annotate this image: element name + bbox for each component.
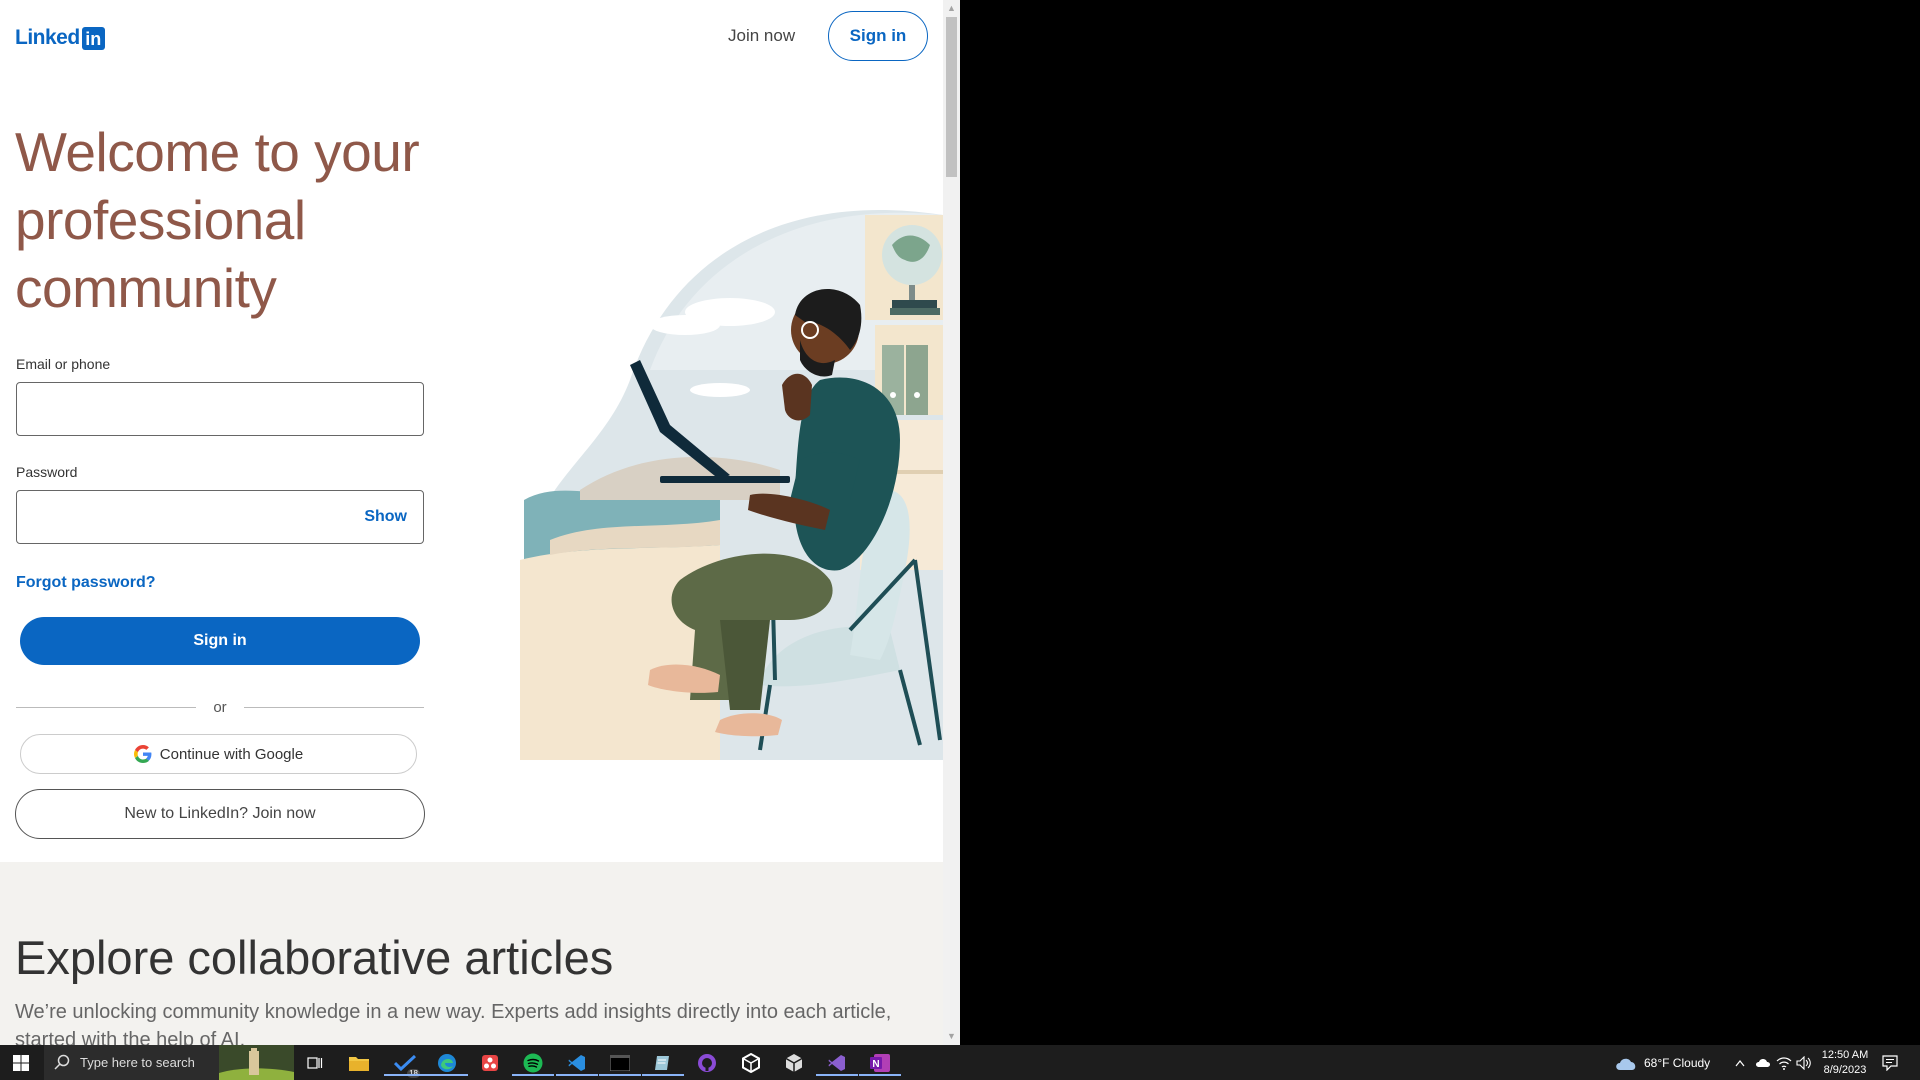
google-icon: [133, 745, 152, 763]
taskbar-search-box[interactable]: Type here to search: [44, 1045, 294, 1080]
onedrive-icon[interactable]: [1755, 1045, 1771, 1080]
active-indicator: [859, 1074, 901, 1076]
notepad-icon[interactable]: [642, 1050, 684, 1076]
wifi-icon[interactable]: [1776, 1045, 1792, 1080]
terminal-icon[interactable]: [599, 1050, 641, 1076]
vscode-icon[interactable]: [556, 1050, 598, 1076]
explore-heading: Explore collaborative articles: [15, 931, 614, 984]
unity-hub-icon[interactable]: [738, 1050, 764, 1076]
file-explorer-icon[interactable]: [346, 1050, 372, 1076]
weather-widget[interactable]: 68°F Cloudy: [1614, 1045, 1710, 1080]
svg-text:N: N: [872, 1059, 879, 1070]
active-indicator: [816, 1074, 858, 1076]
scrollbar-thumb[interactable]: [946, 17, 957, 177]
active-indicator: [512, 1074, 554, 1076]
task-view-icon[interactable]: [302, 1050, 328, 1076]
onenote-icon[interactable]: N: [859, 1050, 901, 1076]
github-desktop-icon[interactable]: [694, 1050, 720, 1076]
windows-logo-icon: [13, 1054, 29, 1071]
active-indicator: [642, 1074, 684, 1076]
header-sign-in-button[interactable]: Sign in: [828, 11, 928, 61]
vertical-scrollbar[interactable]: ▲ ▼: [943, 0, 960, 1045]
password-label: Password: [16, 464, 78, 480]
explore-section: Explore collaborative articles We’re unl…: [0, 862, 943, 1045]
continue-with-google-button[interactable]: Continue with Google: [20, 734, 417, 774]
google-button-label: Continue with Google: [159, 745, 304, 763]
logo-wordmark: Linked: [15, 26, 80, 49]
or-divider: or: [16, 698, 424, 718]
email-field[interactable]: [16, 382, 424, 436]
hero-title-line-3: community: [15, 257, 277, 319]
join-now-button[interactable]: New to LinkedIn? Join now: [15, 789, 425, 839]
email-label: Email or phone: [16, 356, 111, 372]
windows-taskbar: Type here to search 18: [0, 1045, 1920, 1080]
visual-studio-icon[interactable]: [816, 1050, 858, 1076]
search-icon: [54, 1054, 70, 1070]
app-red-icon[interactable]: [477, 1050, 503, 1076]
active-indicator: [426, 1074, 468, 1076]
show-password-button[interactable]: Show: [364, 508, 407, 526]
active-indicator: [384, 1074, 426, 1076]
active-indicator: [556, 1074, 598, 1076]
spotify-icon[interactable]: [512, 1050, 554, 1076]
join-now-link[interactable]: Join now: [728, 23, 795, 49]
todo-icon[interactable]: 18: [384, 1050, 426, 1078]
explore-description: We’re unlocking community knowledge in a…: [15, 1001, 892, 1045]
cloud-icon: [1616, 1058, 1636, 1070]
chevron-up-icon: [1735, 1059, 1745, 1066]
scroll-up-icon[interactable]: ▲: [943, 0, 960, 17]
notification-icon: [1882, 1054, 1898, 1071]
browser-window: Linked in Join now Sign in Welcome to yo…: [0, 0, 960, 1045]
hero-illustration: [520, 209, 943, 760]
edge-browser-icon[interactable]: [426, 1050, 468, 1076]
taskbar-search-placeholder: Type here to search: [80, 1055, 195, 1070]
or-text: or: [213, 699, 227, 716]
scroll-down-icon[interactable]: ▼: [943, 1028, 960, 1045]
volume-icon[interactable]: [1796, 1045, 1812, 1080]
hero-title: Welcome to your professional community: [15, 118, 455, 322]
forgot-password-link[interactable]: Forgot password?: [16, 574, 156, 592]
hero-title-line-1: Welcome to your: [15, 121, 420, 183]
password-field[interactable]: Show: [16, 490, 424, 544]
hero-title-line-2: professional: [15, 189, 306, 251]
start-button[interactable]: [0, 1045, 42, 1080]
active-indicator: [599, 1074, 641, 1076]
sign-in-button[interactable]: Sign in: [20, 617, 420, 665]
notifications-button[interactable]: [1882, 1045, 1898, 1080]
linkedin-logo[interactable]: Linked in: [15, 26, 105, 50]
page-viewport: Linked in Join now Sign in Welcome to yo…: [0, 0, 943, 1045]
taskbar-clock[interactable]: 12:50 AM 8/9/2023: [1815, 1048, 1875, 1078]
logo-in-box: in: [81, 26, 105, 50]
clock-date: 8/9/2023: [1823, 1064, 1867, 1076]
show-hidden-icons-button[interactable]: [1735, 1045, 1745, 1080]
clock-time: 12:50 AM: [1821, 1049, 1869, 1061]
weather-text: 68°F Cloudy: [1644, 1055, 1711, 1070]
search-highlight-image-icon: [219, 1045, 294, 1080]
unity-editor-icon[interactable]: [781, 1050, 807, 1076]
